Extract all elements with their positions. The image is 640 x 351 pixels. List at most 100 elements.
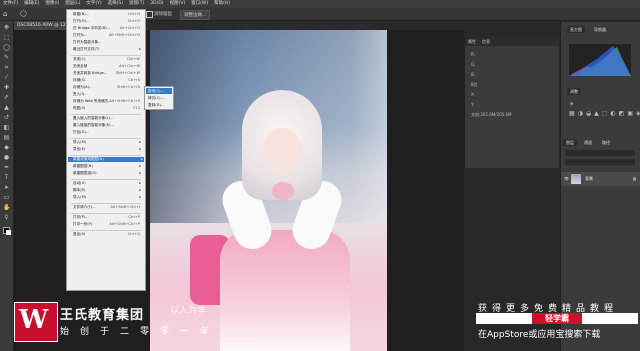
file-menu-item[interactable]: 关闭(C) Ctrl+W <box>73 57 142 62</box>
promo-line-2: 在AppStore或应用宝搜索下载 <box>478 330 601 340</box>
file-menu-item[interactable]: 导入(M) ▸ <box>73 140 142 145</box>
file-menu-item[interactable]: 打包(G)... <box>73 130 142 135</box>
file-menu-item[interactable]: 最近打开文件(T) ▸ <box>73 47 142 52</box>
new-layer-submenu: 剪切(C)... 拷贝(C)... 复制(D)... <box>144 86 174 110</box>
file-menu-item[interactable]: 文件简介(F)... Alt+Shift+Ctrl+I <box>73 205 142 210</box>
file-menu-item[interactable]: 新建(N)... Ctrl+N <box>73 12 142 17</box>
menu-1[interactable]: 编辑(E) <box>21 0 42 8</box>
menu-separator <box>71 114 141 115</box>
file-menu-item[interactable]: 恢复(V) F12 <box>73 106 142 111</box>
lasso-icon[interactable]: ◯ <box>20 10 27 17</box>
menu-9[interactable]: 窗口(W) <box>188 0 211 8</box>
file-menu-item[interactable]: 新建图层组(G) ▸ <box>73 171 142 176</box>
dodge-tool-icon[interactable]: ● <box>3 155 10 161</box>
layer-filter[interactable] <box>565 150 635 156</box>
file-menu-item[interactable]: 打开(O)... Ctrl+O <box>73 19 142 24</box>
history-brush-icon[interactable]: ↺ <box>3 115 10 121</box>
blend-mode-select[interactable] <box>565 159 635 165</box>
clone-stamp-icon[interactable]: ▲ <box>3 105 10 111</box>
file-menu-item[interactable]: 自动(U) ▸ <box>73 181 142 186</box>
quick-select-icon[interactable]: ✎ <box>3 55 10 61</box>
adjustment-icons[interactable]: ☀▦◑◒▲⬚◐◩▣◈▤▥ <box>569 100 640 126</box>
menu-2[interactable]: 图像(I) <box>42 0 62 8</box>
menu-separator <box>71 155 141 156</box>
paths-tab[interactable]: 路径 <box>599 139 613 146</box>
brand-logo: W <box>14 302 58 342</box>
file-menu-item[interactable]: 关闭并转到 Bridge... Shift+Ctrl+W <box>73 71 142 76</box>
logo-letter: W <box>19 305 49 335</box>
blur-tool-icon[interactable]: ◆ <box>3 145 10 151</box>
file-menu-item[interactable]: 存储为(A)... Shift+Ctrl+S <box>73 85 142 90</box>
file-menu-item[interactable]: 脚本(R) ▸ <box>73 188 142 193</box>
navigator-tab[interactable]: 导航器 <box>591 26 609 33</box>
info-panel-tab[interactable]: 信息 <box>479 38 493 46</box>
file-menu-item[interactable]: 新建图层(N) ▸ <box>73 164 142 169</box>
shape-tool-icon[interactable]: ▭ <box>3 195 10 201</box>
file-menu-item[interactable]: 退出(X) Ctrl+Q <box>73 232 142 237</box>
menu-6[interactable]: 滤镜(T) <box>126 0 147 8</box>
layer-thumbnail <box>571 174 581 184</box>
gradient-icon[interactable]: ▤ <box>3 135 10 141</box>
adjustments-tab[interactable]: 调整 <box>567 88 581 95</box>
tools-panel: ✥ ⬚ ◯ ✎ ⌗ ⁄ ✚ ✐ ▲ ↺ ◧ ▤ ◆ ● ✒ T ➤ ▭ ✋ ⚲ <box>0 21 14 351</box>
antialias-checkbox[interactable] <box>146 11 153 18</box>
info-readout: B: <box>471 72 476 77</box>
layer-row[interactable]: 👁 背景 🔒 <box>561 172 640 186</box>
refine-edge-button[interactable]: 调整边缘... <box>180 10 211 20</box>
file-menu-item[interactable]: 打印(P)... Ctrl+P <box>73 215 142 220</box>
background-color-icon[interactable] <box>6 230 11 235</box>
histogram-tab[interactable]: 直方图 <box>567 26 585 33</box>
zoom-tool-icon[interactable]: ⚲ <box>3 215 10 221</box>
info-panel: 属性 信息 R: G: B: 8位 X: Y: 文档:205.6M/205.6M <box>464 38 559 168</box>
promo-app-name: 轻学霸 <box>532 313 582 324</box>
file-menu-item[interactable]: 关闭全部 Alt+Ctrl+W <box>73 64 142 69</box>
eyedropper-icon[interactable]: ⁄ <box>3 75 10 81</box>
submenu-item[interactable]: 剪切(C)... <box>146 88 172 94</box>
promo-band: 轻学霸 <box>476 313 638 324</box>
menu-5[interactable]: 选择(S) <box>105 0 126 8</box>
watermark-text: 以人为本 <box>170 306 207 316</box>
move-tool-icon[interactable]: ✥ <box>3 25 10 31</box>
brand-name: 王氏教育集团 <box>60 308 145 323</box>
file-menu-item[interactable]: 存储为 Web 所用格式... Alt+Shift+Ctrl+S <box>73 99 142 104</box>
file-menu-item[interactable]: 导入(M) ▸ <box>73 195 142 200</box>
path-select-icon[interactable]: ➤ <box>3 185 10 191</box>
file-menu-item[interactable]: 置入嵌入的智能对象(L)... <box>73 116 142 121</box>
menu-0[interactable]: 文件(F) <box>0 0 21 8</box>
info-panel-tab[interactable]: 属性 <box>465 38 479 46</box>
layers-tab[interactable]: 图层 <box>563 139 577 146</box>
pen-tool-icon[interactable]: ✒ <box>3 165 10 171</box>
file-menu-item[interactable]: 打开为智能对象... <box>73 40 142 45</box>
home-icon[interactable]: ⌂ <box>3 10 7 18</box>
file-menu-item[interactable]: 打开为... Alt+Shift+Ctrl+O <box>73 33 142 38</box>
file-menu-dropdown: 新建(N)... Ctrl+N 打开(O)... Ctrl+O 在 Bridge 中浏览… <box>66 9 146 291</box>
menu-3[interactable]: 图层(L) <box>62 0 83 8</box>
file-menu-item[interactable]: 签入(I)... <box>73 92 142 97</box>
lasso-tool-icon[interactable]: ◯ <box>3 45 10 51</box>
visibility-eye-icon[interactable]: 👁 <box>564 176 569 181</box>
submenu-item[interactable]: 复制(D)... <box>148 102 172 108</box>
menu-10[interactable]: 帮助(H) <box>211 0 233 8</box>
submenu-item[interactable]: 拷贝(C)... <box>148 95 172 101</box>
menu-4[interactable]: 文字(Y) <box>83 0 104 8</box>
hand-tool-icon[interactable]: ✋ <box>3 205 10 211</box>
marquee-tool-icon[interactable]: ⬚ <box>3 35 10 41</box>
info-readout: X: <box>471 92 476 97</box>
healing-brush-icon[interactable]: ✚ <box>3 85 10 91</box>
file-menu-item[interactable]: 新建或使用图层(N) ▸ <box>68 157 144 162</box>
file-menu-item[interactable]: 导出(E) ▸ <box>73 147 142 152</box>
type-tool-icon[interactable]: T <box>3 175 10 181</box>
file-menu-item[interactable]: 置入链接的智能对象(K)... <box>73 123 142 128</box>
crop-tool-icon[interactable]: ⌗ <box>3 65 10 71</box>
file-menu-item[interactable]: 在 Bridge 中浏览(B)... Alt+Ctrl+O <box>73 26 142 31</box>
brush-tool-icon[interactable]: ✐ <box>3 95 10 101</box>
menu-8[interactable]: 视图(V) <box>167 0 189 8</box>
menu-7[interactable]: 3D(D) <box>147 0 166 8</box>
histogram-graph <box>569 44 631 76</box>
file-menu-item[interactable]: 打印一份(Y) Alt+Shift+Ctrl+P <box>73 222 142 227</box>
layer-name: 背景 <box>585 176 593 181</box>
file-menu-item[interactable]: 存储(S) Ctrl+S <box>73 78 142 83</box>
menu-separator <box>71 55 141 56</box>
eraser-icon[interactable]: ◧ <box>3 125 10 131</box>
channels-tab[interactable]: 通道 <box>581 139 595 146</box>
